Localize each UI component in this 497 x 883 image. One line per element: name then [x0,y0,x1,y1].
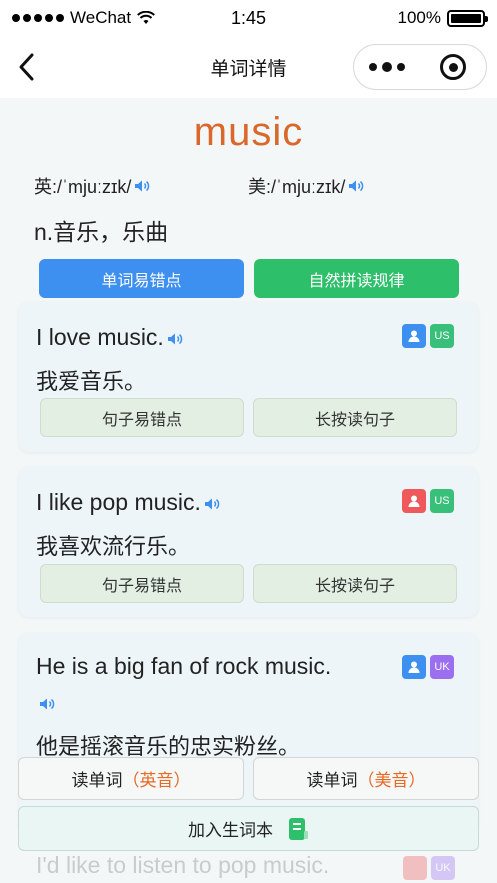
speaker-avatar-icon[interactable] [402,324,426,348]
sentence-en[interactable]: I love music. [36,324,183,351]
accent-badge[interactable]: US [430,324,454,348]
battery-icon [447,9,488,27]
mini-program-capsule [353,44,487,90]
target-icon [440,54,466,80]
word-mistakes-button[interactable]: 单词易错点 [39,259,244,298]
accent-badge: UK [431,856,455,880]
speaker-icon[interactable] [348,179,364,193]
sentence-en[interactable]: I like pop music. [36,489,220,516]
page-title: 单词详情 [210,58,287,80]
speaker-badges: UK [402,655,454,679]
accent-label: （英音） [122,771,191,790]
battery-info: 100% [397,8,488,28]
chevron-left-icon [19,53,34,81]
accent-label: （美音） [357,771,426,790]
read-word-us-button[interactable]: 读单词 （美音） [253,757,479,800]
sentence-card: He is a big fan of rock music. UK 他是摇滚音乐… [19,633,478,833]
word-actions: 单词易错点 自然拼读规律 [39,259,497,298]
read-word-label: 读单词 [306,771,358,790]
uk-phonetic[interactable]: 英:/ˈmjuːzɪk/ [34,173,248,199]
phonics-rules-button[interactable]: 自然拼读规律 [254,259,459,298]
sentence-en-text: I love music. [36,324,164,350]
speaker-icon[interactable] [167,332,183,346]
us-phonetic[interactable]: 美:/ˈmjuːzɪk/ [248,173,462,199]
speaker-icon[interactable] [39,697,55,711]
speaker-badges: US [402,324,454,348]
speaker-icon[interactable] [204,497,220,511]
phonetics-row: 英:/ˈmjuːzɪk/ 美:/ˈmjuːzɪk/ [0,173,497,199]
wifi-icon [137,11,155,24]
word-meaning: n.音乐，乐曲 [34,219,169,245]
us-phonetic-text: 美:/ˈmjuːzɪk/ [248,177,346,197]
add-to-vocabulary-button[interactable]: 加入生词本 [18,806,479,851]
sentence-en[interactable]: He is a big fan of rock music. [36,653,331,680]
long-press-read-button[interactable]: 长按读句子 [253,564,457,603]
speaker-avatar-icon[interactable] [402,655,426,679]
carrier-label: WeChat [70,8,132,27]
notebook-icon [289,817,308,840]
status-bar: WeChat 1:45 100% [0,0,497,36]
sentence-zh: 我爱音乐。 [36,369,147,394]
sentence-mistakes-button[interactable]: 句子易错点 [40,564,244,603]
read-word-label: 读单词 [71,771,123,790]
sentence-card: I love music. US 我爱音乐。 句子易错点 长按读句子 [19,302,478,452]
long-press-read-button[interactable]: 长按读句子 [253,398,457,437]
uk-phonetic-text: 英:/ˈmjuːzɪk/ [34,177,132,197]
battery-percent: 100% [397,8,441,27]
sentence-en-faded: I'd like to listen to pop music. [36,852,330,878]
more-button[interactable] [354,45,420,89]
speaker-badges-faded: UK [403,856,455,880]
speaker-icon[interactable] [134,179,150,193]
sentence-zh: 我喜欢流行乐。 [36,534,191,559]
back-button[interactable] [12,52,42,82]
sentence-en-text: I like pop music. [36,489,201,515]
carrier-info: WeChat [12,8,155,28]
read-word-uk-button[interactable]: 读单词 （英音） [18,757,244,800]
signal-icon [12,14,64,22]
add-vocab-label: 加入生词本 [188,821,273,840]
sentence-mistakes-button[interactable]: 句子易错点 [40,398,244,437]
speaker-avatar-icon [403,856,427,880]
nav-bar: 单词详情 [0,36,497,98]
accent-badge[interactable]: US [430,489,454,513]
sentence-card: I like pop music. US 我喜欢流行乐。 句子易错点 长按读句子 [19,467,478,617]
accent-badge[interactable]: UK [430,655,454,679]
word-title: music [193,110,304,154]
status-time: 1:45 [230,7,267,28]
speaker-avatar-icon[interactable] [402,489,426,513]
close-mini-program-button[interactable] [420,45,486,89]
speaker-badges: US [402,489,454,513]
